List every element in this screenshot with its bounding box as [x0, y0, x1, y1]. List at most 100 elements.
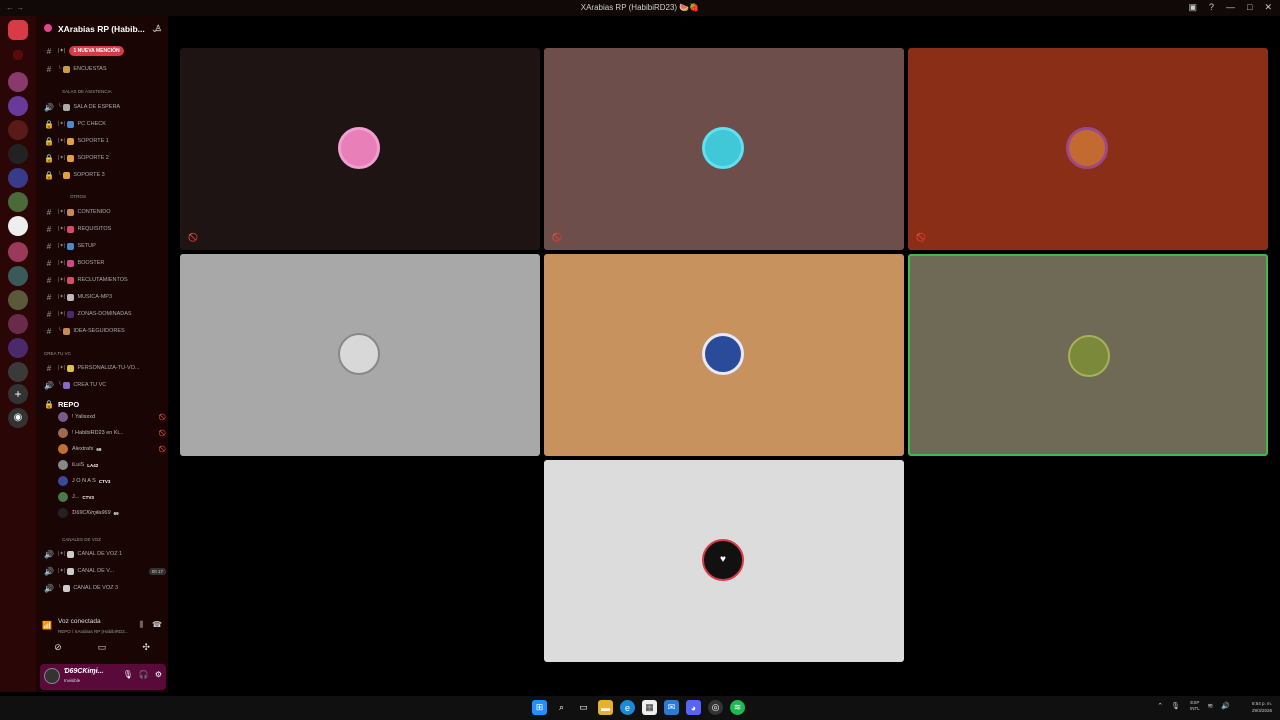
hand-icon	[67, 154, 75, 162]
edge-icon[interactable]: e	[620, 700, 635, 715]
disconnect-icon[interactable]: ☎	[152, 620, 162, 630]
channel-item[interactable]: 🔊 ╰ CANAL DE VOZ 3	[44, 581, 166, 595]
discord-icon[interactable]: ◕	[686, 700, 701, 715]
signal-icon[interactable]: 📶	[42, 621, 52, 630]
channel-item[interactable]: 🔊 ╰ SALA DE ESPERA	[44, 100, 166, 114]
file-explorer-icon[interactable]: ▬	[598, 700, 613, 715]
channel-item[interactable]: 🔊 |✦| CANAL DE V... 00 17	[44, 564, 166, 578]
target-icon	[67, 276, 75, 284]
server-icon[interactable]	[8, 144, 28, 164]
channel-item[interactable]: 🔊 |✦| CANAL DE VOZ 1	[44, 547, 166, 561]
server-icon[interactable]	[8, 362, 28, 382]
voice-member[interactable]: J... CTV3	[58, 490, 166, 504]
inbox-icon[interactable]: ▣	[1188, 2, 1197, 13]
category-header[interactable]: SALAS DE ASISTENCIA	[62, 89, 112, 94]
mail-icon[interactable]: ✉	[664, 700, 679, 715]
task-view-icon[interactable]: ▭	[576, 700, 591, 715]
user-panel[interactable]: Ɗ69CƘɨɱɨ... Invisible 🎙 🎧 ⚙	[40, 664, 166, 690]
server-icon[interactable]	[8, 96, 28, 116]
voice-member[interactable]: iLuiS LA42	[58, 458, 166, 472]
microphone-icon[interactable]: 🎙	[123, 670, 133, 679]
participant-tile[interactable]	[544, 254, 904, 456]
participant-tile[interactable]: 🚫	[180, 48, 540, 250]
add-member-icon[interactable]: ♙	[154, 23, 162, 34]
channel-item[interactable]: # |✦| ZONAS-DOMINADAS	[44, 307, 166, 321]
server-icon[interactable]	[8, 72, 28, 92]
voice-channel-path[interactable]: REPO / XArabias RP (HabibiRD2...	[58, 629, 128, 634]
channel-item[interactable]: # |✦| SETUP	[44, 239, 166, 253]
avatar[interactable]	[44, 668, 60, 684]
help-icon[interactable]: ?	[1209, 2, 1214, 13]
avatar	[58, 460, 68, 470]
clock[interactable]: 8:54 p. m. 29/3/2026	[1252, 700, 1272, 714]
volume-icon[interactable]: 🔊	[1221, 702, 1230, 710]
channel-item[interactable]: # |✦| BOOSTER	[44, 256, 166, 270]
flag-icon	[67, 310, 75, 318]
channel-item[interactable]: # |✦| PERSONALIZA-TU-VO...	[44, 361, 166, 375]
add-server-icon[interactable]: +	[8, 384, 28, 404]
channel-item[interactable]: 🔒 ╰ SOPORTE 3	[44, 168, 166, 182]
server-icon[interactable]	[8, 192, 28, 212]
voice-member[interactable]: Alextrafs 69 🚫	[58, 442, 166, 456]
mention-badge[interactable]: 1 NUEVA MENCIÓN	[69, 46, 124, 56]
channel-item[interactable]: # |✦| MUSICA-MP3	[44, 290, 166, 304]
server-icon[interactable]	[8, 314, 28, 334]
category-header[interactable]: CREA TU VC	[44, 351, 71, 356]
microphone-icon[interactable]: 🎙	[1171, 702, 1180, 710]
spotify-icon[interactable]: ≋	[730, 700, 745, 715]
close-button[interactable]: ✕	[1264, 2, 1272, 13]
channel-item[interactable]: 🔊 ╰ CREA TU VC	[44, 378, 166, 392]
store-icon[interactable]: ▦	[642, 700, 657, 715]
category-header[interactable]: OTROS	[70, 194, 86, 199]
participant-tile[interactable]: 🚫	[908, 48, 1268, 250]
participant-tile-speaking[interactable]	[908, 254, 1268, 456]
channel-item[interactable]: # |✦| 1 NUEVA MENCIÓN	[44, 44, 166, 58]
tray-chevron-icon[interactable]: ⌃	[1157, 702, 1163, 710]
server-icon[interactable]	[8, 242, 28, 262]
camera-off-icon[interactable]: ⊘	[54, 642, 62, 653]
channel-item[interactable]: 🔒 |✦| SOPORTE 2	[44, 151, 166, 165]
channel-item[interactable]: # ╰ ENCUESTAS	[44, 62, 166, 76]
wifi-icon[interactable]: ≋	[1207, 702, 1213, 710]
voice-member[interactable]: ! Yalisxxd 🚫	[58, 410, 166, 424]
search-icon[interactable]: ⌕	[554, 700, 569, 715]
channel-item[interactable]: # |✦| REQUISITOS	[44, 222, 166, 236]
participant-tile[interactable]	[180, 254, 540, 456]
avatar	[58, 444, 68, 454]
channel-item[interactable]: # |✦| CONTENIDO	[44, 205, 166, 219]
channel-item[interactable]: 🔒 |✦| SOPORTE 1	[44, 134, 166, 148]
language-indicator[interactable]: ESP INTL	[1190, 700, 1200, 712]
channel-item[interactable]: 🔒 |✦| PC CHECK	[44, 117, 166, 131]
server-icon[interactable]	[8, 290, 28, 310]
avatar	[702, 333, 744, 375]
home-server-icon[interactable]	[8, 20, 28, 40]
hourglass-icon	[63, 103, 71, 111]
folder-icon[interactable]	[13, 50, 23, 60]
gear-icon[interactable]: ⚙	[155, 670, 162, 679]
channel-item[interactable]: # ╰ IDEA-SEGUIDORES	[44, 324, 166, 338]
maximize-button[interactable]: □	[1247, 2, 1252, 13]
screen-share-icon[interactable]: ▭	[98, 642, 107, 653]
server-icon[interactable]	[8, 216, 28, 236]
server-icon[interactable]	[8, 266, 28, 286]
headphones-icon[interactable]: 🎧	[139, 670, 149, 679]
server-icon[interactable]	[8, 120, 28, 140]
server-icon[interactable]	[8, 168, 28, 188]
participant-tile[interactable]: 🚫	[544, 48, 904, 250]
channel-item[interactable]: # |✦| RECLUTAMIENTOS	[44, 273, 166, 287]
discover-icon[interactable]: ◉	[8, 408, 28, 428]
minimize-button[interactable]: —	[1226, 2, 1235, 13]
voice-member[interactable]: Ɗ69CƘɨɱɨɬa969 69	[58, 506, 166, 520]
start-icon[interactable]: ⊞	[532, 700, 547, 715]
active-voice-channel[interactable]: 🔒 REPO	[44, 397, 166, 411]
participant-tile[interactable]: ♥	[544, 460, 904, 662]
category-header[interactable]: CANALES DE VOZ	[62, 537, 101, 542]
noise-suppression-icon[interactable]: ⫼	[139, 620, 143, 630]
activities-icon[interactable]: ✣	[142, 642, 150, 653]
server-icon[interactable]	[8, 338, 28, 358]
lock-icon: 🔒	[44, 119, 54, 129]
voice-member[interactable]: J O N A S CTV3	[58, 474, 166, 488]
guild-header[interactable]: XArabias RP (Habib... ⌄ ♙	[36, 16, 168, 42]
browser-icon[interactable]: ◎	[708, 700, 723, 715]
voice-member[interactable]: ! HabibiRD23 en Ki... 🚫	[58, 426, 166, 440]
